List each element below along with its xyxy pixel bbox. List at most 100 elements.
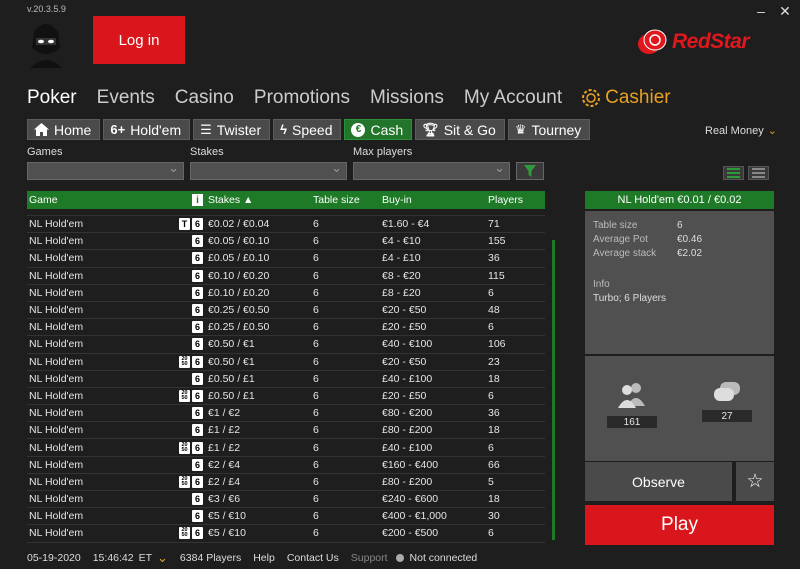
- nav-casino[interactable]: Casino: [175, 87, 234, 109]
- table-row[interactable]: NL Hold'em T 6 €0.02 / €0.04 6 €1.60 - €4 71: [27, 216, 545, 234]
- cell-buy-in: €4 - €10: [382, 235, 421, 248]
- header-game[interactable]: Game: [27, 194, 169, 206]
- table-row[interactable]: NL Hold'em 6 €0.05 / €0.10 6 €4 - €10 155: [27, 233, 545, 251]
- play-button[interactable]: Play: [585, 505, 774, 545]
- table-row[interactable]: NL Hold'em 6 £1 / £2 6 £80 - £200 18: [27, 422, 545, 440]
- table-row[interactable]: NL Hold'em 20 50 6 €0.50 / €1 6 €20 - €50 23: [27, 354, 545, 371]
- observe-button[interactable]: Observe: [585, 462, 732, 501]
- cell-game: NL Hold'em: [29, 286, 84, 299]
- table-row[interactable]: NL Hold'em 20 50 6 £2 / £4 6 £80 - £200 5: [27, 474, 545, 491]
- cell-table-size: 6: [313, 218, 319, 231]
- table-row[interactable]: NL Hold'em 20 50 6 £1 / £2 6 £40 - £100 6: [27, 439, 545, 457]
- cell-players: 115: [488, 269, 505, 282]
- cup-icon: ♛: [514, 121, 527, 137]
- tab-twister[interactable]: ☰ Twister: [193, 119, 271, 140]
- tab-holdem[interactable]: 6+ Hold'em: [103, 119, 191, 140]
- tab-sit-and-go-label: Sit & Go: [443, 121, 496, 138]
- cell-game: NL Hold'em: [29, 218, 84, 231]
- cell-table-size: 6: [313, 235, 319, 248]
- cell-badges: 20 50 6: [169, 355, 205, 368]
- nav-my-account[interactable]: My Account: [464, 87, 562, 109]
- table-row[interactable]: NL Hold'em 6 €5 / €10 6 €400 - €1,000 30: [27, 508, 545, 526]
- cell-stakes: £2 / £4: [208, 475, 241, 488]
- cell-buy-in: €240 - €600: [382, 493, 439, 506]
- tab-cash[interactable]: € Cash: [344, 119, 413, 140]
- nav-missions[interactable]: Missions: [370, 87, 444, 109]
- avatar-ninja-icon[interactable]: [26, 18, 66, 68]
- tab-speed[interactable]: ϟ Speed: [273, 119, 342, 140]
- cell-badges: 6: [169, 407, 205, 420]
- connection-status: Not connected: [409, 552, 478, 564]
- cell-badges: 6: [169, 304, 205, 317]
- info-icon: i: [192, 194, 203, 206]
- cell-table-size: 6: [313, 304, 319, 317]
- stakes-select[interactable]: [190, 160, 347, 180]
- connection-status-icon: [395, 554, 404, 562]
- six-max-badge-icon: 6: [192, 458, 203, 471]
- filter-button[interactable]: [516, 162, 544, 180]
- header-players[interactable]: Players: [488, 194, 543, 206]
- nav-cashier[interactable]: Cashier: [582, 87, 671, 109]
- header-table-size[interactable]: Table size: [312, 194, 382, 206]
- main-nav: Poker Events Casino Promotions Missions …: [27, 87, 691, 109]
- cell-badges: 6: [169, 252, 205, 265]
- real-money-dropdown[interactable]: Real Money ⌄: [705, 124, 777, 138]
- table-row[interactable]: NL Hold'em 6 €3 / €6 6 €240 - €600 18: [27, 491, 545, 509]
- tab-holdem-label: Hold'em: [130, 121, 182, 138]
- favorite-button[interactable]: ☆: [736, 462, 774, 501]
- tab-tourney[interactable]: ♛ Tourney: [507, 119, 591, 140]
- cell-players: 155: [488, 235, 506, 248]
- cell-stakes: £0.10 / £0.20: [208, 286, 270, 299]
- cell-game: NL Hold'em: [29, 372, 84, 385]
- table-row[interactable]: NL Hold'em 20 50 6 €5 / €10 6 €200 - €500 6: [27, 525, 545, 543]
- help-link[interactable]: Help: [253, 552, 275, 564]
- tab-sit-and-go[interactable]: 🏆︎ Sit & Go: [415, 119, 505, 140]
- six-max-badge-icon: 6: [192, 389, 203, 402]
- max-players-filter-label: Max players: [353, 146, 413, 158]
- tab-home[interactable]: Home: [27, 119, 101, 140]
- grid-view-icon[interactable]: [723, 166, 744, 180]
- detail-table-size: 6: [677, 220, 683, 231]
- login-button[interactable]: Log in: [93, 16, 185, 64]
- table-row[interactable]: NL Hold'em 6 €1 / €2 6 €80 - €200 36: [27, 405, 545, 423]
- cell-table-size: 6: [313, 475, 319, 488]
- cell-buy-in: €80 - €200: [382, 407, 433, 420]
- support-link[interactable]: Support: [351, 552, 388, 564]
- tables-icon: [714, 382, 740, 401]
- table-row[interactable]: NL Hold'em 6 £0.25 / £0.50 6 £20 - £50 6: [27, 319, 545, 337]
- games-select[interactable]: [27, 160, 184, 180]
- contact-link[interactable]: Contact Us: [287, 552, 339, 564]
- minimize-icon[interactable]: –: [754, 3, 768, 19]
- cell-players: 6: [488, 441, 494, 454]
- nav-events[interactable]: Events: [97, 87, 155, 109]
- table-row[interactable]: NL Hold'em 6 €0.25 / €0.50 6 €20 - €50 48: [27, 302, 545, 320]
- timezone-chevron-icon[interactable]: ⌄: [157, 550, 168, 566]
- table-row[interactable]: NL Hold'em 20 50 6 £0.50 / £1 6 £20 - £50 6: [27, 388, 545, 406]
- list-view-icon[interactable]: [748, 166, 769, 180]
- nav-promotions[interactable]: Promotions: [254, 87, 350, 109]
- table-row[interactable]: NL Hold'em 6 £0.05 / £0.10 6 £4 - £10 36: [27, 250, 545, 268]
- table-row[interactable]: NL Hold'em 6 €0.50 / €1 6 €40 - €100 106: [27, 336, 545, 354]
- cell-badges: 6: [169, 269, 205, 282]
- table-row[interactable]: NL Hold'em 6 £0.10 / £0.20 6 £8 - £20 6: [27, 285, 545, 302]
- six-max-badge-icon: 6: [192, 321, 203, 334]
- real-money-label: Real Money: [705, 124, 764, 137]
- cell-game: NL Hold'em: [29, 475, 84, 488]
- cell-players: 66: [488, 458, 500, 471]
- max-players-select[interactable]: [353, 160, 510, 180]
- cell-table-size: 6: [313, 510, 319, 523]
- table-row[interactable]: NL Hold'em 6 €2 / €4 6 €160 - €400 66: [27, 457, 545, 474]
- nav-poker[interactable]: Poker: [27, 87, 77, 109]
- sub-tabs: Home 6+ Hold'em ☰ Twister ϟ Speed € Cash…: [27, 119, 591, 140]
- close-icon[interactable]: ✕: [778, 3, 792, 19]
- header-buy-in[interactable]: Buy-in: [382, 194, 488, 206]
- cell-table-size: 6: [313, 355, 319, 368]
- table-row[interactable]: NL Hold'em 6 €0.10 / €0.20 6 €8 - €20 115: [27, 268, 545, 285]
- cell-table-size: 6: [313, 458, 319, 471]
- table-row[interactable]: NL Hold'em 6 £0.50 / £1 6 £40 - £100 18: [27, 371, 545, 388]
- cell-badges: 20 50 6: [169, 527, 205, 540]
- table-scrollbar[interactable]: [552, 240, 555, 540]
- cell-players: 6: [488, 527, 494, 540]
- version-label: v.20.3.5.9: [27, 4, 66, 14]
- header-stakes[interactable]: Stakes ▲: [205, 194, 312, 206]
